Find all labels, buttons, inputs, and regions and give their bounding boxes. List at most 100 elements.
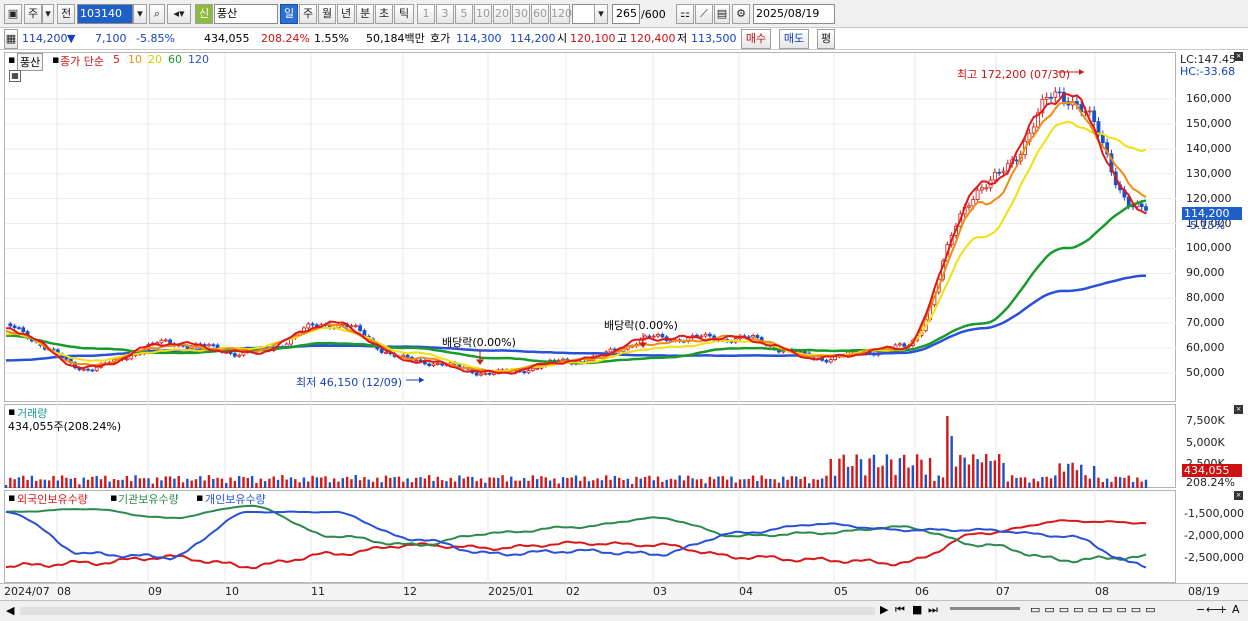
volume-bar — [376, 477, 379, 488]
candle-body — [1087, 110, 1092, 113]
candle-body — [980, 187, 984, 191]
date-label-11: 11 — [311, 585, 325, 598]
volume-bar — [479, 478, 483, 488]
volume-bar — [272, 476, 275, 488]
go-last-icon[interactable]: ⏭ — [928, 603, 938, 617]
candle-body — [535, 367, 540, 370]
volume-bar — [294, 479, 297, 488]
volume-bar — [432, 480, 435, 488]
volume-bar — [1144, 479, 1148, 488]
zoom-slider[interactable] — [950, 607, 1020, 610]
volume-bar — [52, 475, 55, 488]
volume-bar — [177, 475, 180, 488]
price-stock-label[interactable]: 풍산 — [17, 53, 44, 71]
panel-menu-icon[interactable]: ▪ — [8, 53, 15, 66]
volume-bar — [872, 454, 876, 488]
date-label-12: 12 — [403, 585, 417, 598]
candle-body — [310, 323, 315, 326]
volume-bar — [307, 481, 310, 488]
grid-toggle-icon[interactable]: ▦ — [9, 70, 21, 82]
candle-body — [211, 344, 216, 347]
volume-value-label: 434,055주(208.24%) — [8, 420, 122, 433]
volume-bar — [285, 479, 288, 488]
individual-toggle[interactable]: ▪ — [196, 491, 203, 504]
volume-bar — [380, 482, 383, 488]
volume-bar — [367, 479, 370, 488]
volume-bar — [704, 483, 707, 488]
price-close-icon[interactable]: × — [1234, 52, 1243, 61]
volume-bar — [894, 474, 897, 488]
volume-bar — [769, 478, 772, 488]
holder-close-icon[interactable]: × — [1234, 491, 1243, 500]
volume-bar — [712, 479, 716, 488]
volume-bar — [99, 479, 103, 488]
volume-bar — [518, 480, 522, 488]
volume-bar — [449, 477, 452, 488]
holder-menu-icon[interactable]: ▪ — [8, 491, 15, 504]
date-label-08b: 08 — [1095, 585, 1109, 598]
volume-bar — [902, 454, 906, 488]
volume-bar — [501, 475, 504, 488]
date-label-03: 03 — [653, 585, 667, 598]
volume-bar — [864, 475, 867, 488]
font-size-icon[interactable]: A — [1232, 603, 1240, 616]
volume-bar — [717, 476, 720, 488]
low-annotation: 최저 46,150 (12/09) — [296, 376, 403, 389]
volume-bar — [354, 475, 357, 488]
volume-bar — [220, 478, 224, 488]
current-price-pct: -5.15% — [1186, 219, 1225, 232]
volume-bar — [613, 475, 617, 488]
volume-bar — [1101, 481, 1105, 488]
volume-bar — [1071, 462, 1074, 488]
candle-body — [522, 371, 527, 374]
go-first-icon[interactable]: ⏮ — [895, 603, 905, 617]
volume-bar — [1097, 477, 1100, 488]
volume-bar — [700, 478, 703, 488]
volume-current-pct: 208.24% — [1186, 476, 1235, 489]
volume-bar — [78, 484, 81, 488]
volume-bar — [1114, 476, 1117, 488]
volume-bar — [989, 460, 992, 488]
volume-bar — [695, 479, 699, 488]
volume-bar — [907, 467, 910, 488]
ma-legend-toggle[interactable]: ▪ — [52, 53, 59, 66]
institution-toggle[interactable]: ▪ — [110, 491, 117, 504]
volume-bar — [1136, 477, 1139, 488]
view-tools-icons[interactable]: ▭▭▭▭▭▭▭▭▭ — [1030, 603, 1160, 616]
scroll-left-icon[interactable]: ◀ — [6, 604, 14, 617]
individual-holding-line — [5, 510, 1147, 569]
candle-body — [418, 359, 423, 362]
volume-bar — [121, 479, 124, 488]
volume-bar — [1131, 482, 1135, 488]
candle-body — [1092, 110, 1097, 123]
volume-bar — [1028, 482, 1031, 488]
price-axis-label: 160,000 — [1186, 92, 1232, 105]
candle-body — [802, 351, 807, 354]
price-axis-label: 50,000 — [1186, 366, 1225, 379]
volume-bar — [289, 477, 293, 488]
volume-bar — [773, 479, 776, 488]
volume-bar — [35, 480, 38, 488]
volume-bar — [1080, 464, 1083, 488]
volume-bar — [453, 481, 457, 488]
volume-bar — [993, 460, 997, 488]
volume-bar — [825, 475, 828, 488]
volume-bar — [475, 481, 478, 488]
volume-bar — [466, 476, 470, 488]
volume-bar — [125, 476, 129, 488]
volume-close-icon[interactable]: × — [1234, 405, 1243, 414]
ma-20-line — [6, 120, 1147, 373]
volume-bar — [17, 477, 21, 488]
zoom-out-icon[interactable]: − — [1196, 603, 1205, 616]
stop-icon[interactable]: ■ — [912, 603, 922, 616]
volume-bar — [820, 478, 824, 488]
volume-bar — [583, 476, 586, 488]
candle-body — [1139, 203, 1144, 208]
horizontal-scrollbar[interactable] — [20, 607, 875, 615]
volume-bar — [561, 477, 565, 488]
volume-menu-icon[interactable]: ▪ — [8, 405, 15, 418]
zoom-in-icon[interactable]: + — [1218, 603, 1227, 616]
candle-body — [992, 171, 997, 181]
scroll-right-icon[interactable]: ▶ — [880, 603, 888, 616]
volume-bar — [661, 481, 664, 488]
